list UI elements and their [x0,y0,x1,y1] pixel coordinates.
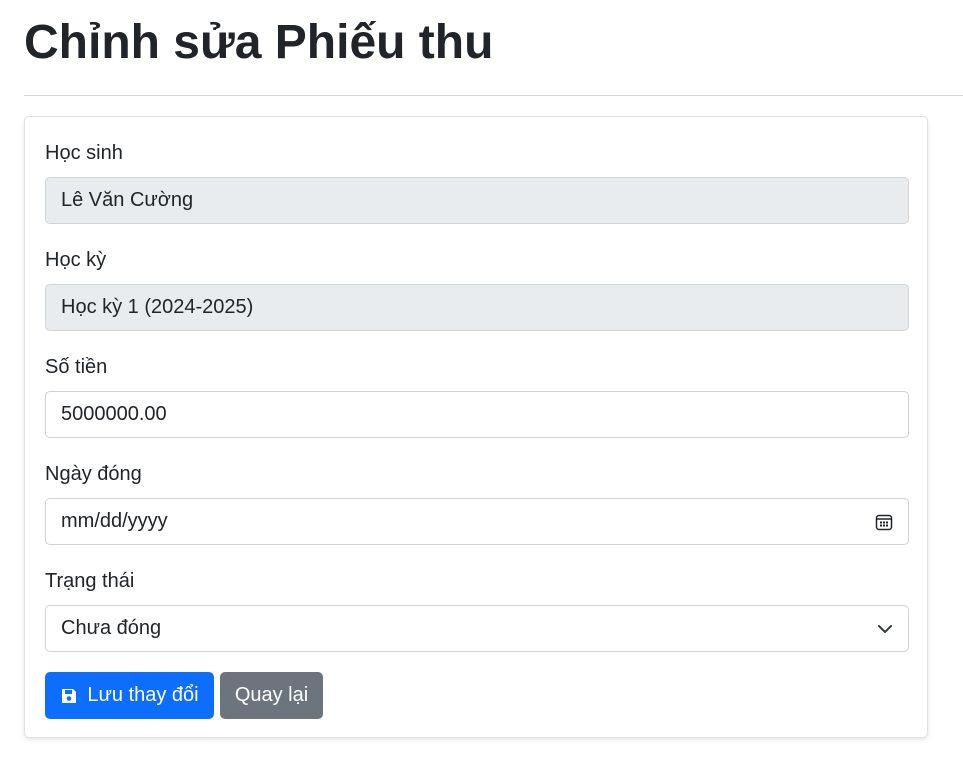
amount-label: Số tiền [45,356,108,378]
student-value: Lê Văn Cường [61,189,194,211]
amount-input[interactable]: 5000000.00 [45,391,909,438]
payment-date-label: Ngày đóng [45,463,142,485]
save-icon [60,687,78,705]
payment-date-placeholder: mm/dd/yyyy [61,510,168,532]
semester-value: Học kỳ 1 (2024-2025) [61,296,254,318]
status-label: Trạng thái [45,570,135,592]
chevron-down-icon [877,621,893,637]
back-button[interactable]: Quay lại [220,672,323,719]
save-button-label: Lưu thay đổi [87,684,199,706]
back-button-label: Quay lại [234,684,309,706]
student-field: Lê Văn Cường [45,177,909,224]
save-button[interactable]: Lưu thay đổi [45,672,214,719]
amount-value: 5000000.00 [61,403,167,425]
page-title: Chỉnh sửa Phiếu thu [24,16,494,69]
student-label: Học sinh [45,142,123,164]
payment-date-input[interactable]: mm/dd/yyyy [45,498,909,545]
receipt-form-card: Học sinh Lê Văn Cường Học kỳ Học kỳ 1 (2… [24,116,928,738]
semester-field: Học kỳ 1 (2024-2025) [45,284,909,331]
title-divider [24,95,963,96]
status-selected-value: Chưa đóng [61,617,162,639]
calendar-icon[interactable] [875,513,893,531]
semester-label: Học kỳ [45,249,107,271]
status-select[interactable]: Chưa đóng [45,605,909,652]
